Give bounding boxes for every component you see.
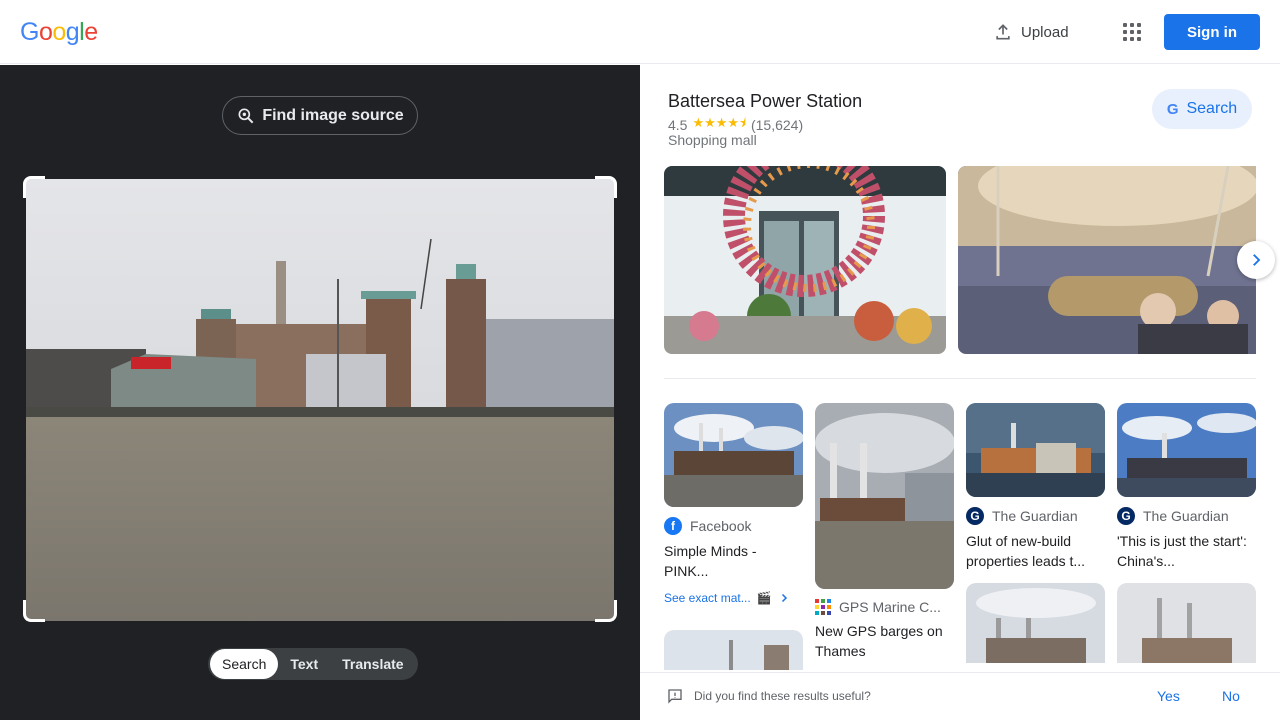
gps-marine-icon <box>815 599 831 615</box>
mode-switcher: Search Text Translate <box>208 648 418 680</box>
visual-match-card[interactable]: f Facebook Simple Minds - PINK... See ex… <box>664 403 803 670</box>
top-bar: Google Upload Sign in <box>0 0 1280 64</box>
feedback-no-button[interactable]: No <box>1222 688 1240 704</box>
sign-in-button[interactable]: Sign in <box>1164 14 1260 50</box>
place-search-button[interactable]: G Search <box>1152 89 1252 129</box>
logo-letter: g <box>65 18 80 46</box>
result-source: G The Guardian <box>1117 507 1256 525</box>
source-name: The Guardian <box>1143 508 1229 524</box>
result-thumbnail[interactable] <box>966 583 1105 663</box>
tab-translate[interactable]: Translate <box>330 649 415 679</box>
apps-grid-icon[interactable] <box>1120 20 1144 44</box>
visual-match-card[interactable]: G The Guardian 'This is just the start':… <box>1117 403 1256 663</box>
exact-match-label: See exact mat... <box>664 591 751 605</box>
result-thumbnail[interactable] <box>664 403 803 507</box>
visual-match-card[interactable]: G The Guardian Glut of new-build propert… <box>966 403 1105 663</box>
google-g-icon: G <box>1166 100 1179 118</box>
results-panel: Battersea Power Station 4.5 ★★★★⯨ (15,62… <box>640 65 1280 720</box>
guardian-icon: G <box>1117 507 1135 525</box>
feedback-icon <box>668 689 682 704</box>
clapperboard-icon: 🎬 <box>756 591 772 605</box>
crop-handle-bottom-left[interactable] <box>23 600 45 622</box>
upload-icon <box>996 24 1010 40</box>
result-caption[interactable]: 'This is just the start': China's... <box>1117 531 1256 571</box>
google-logo[interactable]: Google <box>20 18 98 47</box>
tab-search[interactable]: Search <box>210 649 279 679</box>
upload-label: Upload <box>1021 23 1069 41</box>
tab-text[interactable]: Text <box>278 649 330 679</box>
crop-handle-top-left[interactable] <box>23 176 45 198</box>
feedback-bar: Did you find these results useful? Yes N… <box>640 672 1280 720</box>
crop-handle-top-right[interactable] <box>595 176 617 198</box>
source-name: Facebook <box>690 518 752 534</box>
feedback-question: Did you find these results useful? <box>694 689 871 703</box>
find-image-source-button[interactable]: Find image source <box>222 96 418 135</box>
result-thumbnail[interactable] <box>815 403 954 589</box>
next-photos-button[interactable] <box>1237 241 1275 279</box>
section-divider <box>664 378 1256 379</box>
result-caption[interactable]: Simple Minds - PINK... <box>664 541 803 581</box>
result-source: G The Guardian <box>966 507 1105 525</box>
result-thumbnail[interactable] <box>966 403 1105 497</box>
logo-letter: o <box>52 18 66 46</box>
lens-search-icon <box>238 108 254 123</box>
facebook-icon: f <box>664 517 682 535</box>
result-caption[interactable]: Glut of new-build properties leads t... <box>966 531 1105 571</box>
rating-value: 4.5 <box>668 117 688 133</box>
result-source: GPS Marine C... <box>815 599 954 615</box>
logo-letter: e <box>84 18 98 46</box>
result-thumbnail[interactable] <box>1117 403 1256 497</box>
result-source: f Facebook <box>664 517 803 535</box>
see-exact-matches-link[interactable]: See exact mat... 🎬 <box>664 591 803 605</box>
upload-button[interactable]: Upload <box>993 21 1069 43</box>
source-name: The Guardian <box>992 508 1078 524</box>
logo-letter: o <box>38 18 53 46</box>
review-count: (15,624) <box>750 117 804 133</box>
place-photo-restaurant[interactable] <box>958 166 1256 354</box>
visual-match-card[interactable]: GPS Marine C... New GPS barges on Thames <box>815 403 954 661</box>
source-name: GPS Marine C... <box>839 599 941 615</box>
guardian-icon: G <box>966 507 984 525</box>
crop-handle-bottom-right[interactable] <box>595 600 617 622</box>
find-image-source-label: Find image source <box>262 106 404 124</box>
result-caption[interactable]: New GPS barges on Thames <box>815 621 954 661</box>
place-title[interactable]: Battersea Power Station <box>668 91 862 112</box>
image-preview-panel: Find image source Search Text Translate <box>0 65 640 720</box>
place-photo-flower-shop[interactable] <box>664 166 946 354</box>
place-search-label: Search <box>1186 100 1238 117</box>
place-type: Shopping mall <box>668 132 757 148</box>
logo-letter: G <box>20 18 39 46</box>
chevron-right-icon <box>1253 254 1261 266</box>
uploaded-image <box>26 179 614 621</box>
chevron-right-icon <box>781 593 787 603</box>
result-thumbnail[interactable] <box>1117 583 1256 663</box>
result-thumbnail[interactable] <box>664 630 803 670</box>
feedback-yes-button[interactable]: Yes <box>1157 688 1180 704</box>
